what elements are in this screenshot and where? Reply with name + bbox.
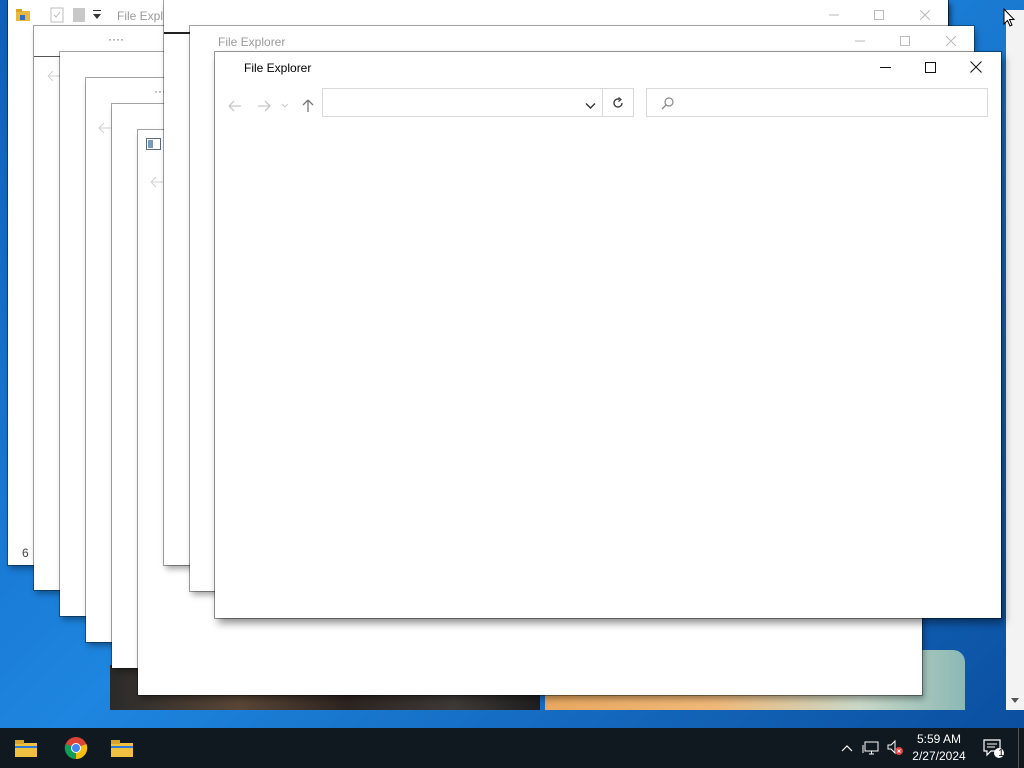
back-arrow-icon[interactable] bbox=[98, 122, 112, 134]
maximize-icon bbox=[900, 36, 910, 46]
maximize-button[interactable] bbox=[918, 58, 942, 76]
properties-icon[interactable] bbox=[50, 7, 64, 23]
action-center-button[interactable]: 1 bbox=[980, 728, 1006, 768]
back-arrow-icon[interactable] bbox=[47, 70, 61, 82]
chrome-icon bbox=[64, 737, 88, 760]
clock[interactable]: 5:59 AM 2/27/2024 bbox=[900, 731, 978, 765]
up-button[interactable] bbox=[297, 96, 319, 116]
customize-toolbar-icon[interactable] bbox=[92, 9, 102, 21]
taskbar-file-explorer[interactable] bbox=[98, 728, 146, 768]
taskbar-file-explorer[interactable] bbox=[2, 728, 50, 768]
notification-count: 1 bbox=[998, 748, 1004, 759]
close-icon bbox=[946, 36, 956, 46]
explorer-window-main[interactable]: File Explorer bbox=[215, 52, 1001, 618]
maximize-icon bbox=[924, 61, 936, 73]
refresh-icon bbox=[613, 96, 623, 108]
close-button[interactable] bbox=[939, 32, 963, 50]
minimize-button[interactable] bbox=[873, 58, 897, 76]
close-button[interactable] bbox=[913, 6, 937, 24]
window-title: File Explorer bbox=[244, 61, 312, 75]
network-button[interactable] bbox=[860, 728, 882, 768]
file-list-area[interactable] bbox=[215, 124, 1001, 618]
address-dropdown-button[interactable] bbox=[585, 97, 596, 115]
refresh-button[interactable] bbox=[603, 88, 634, 117]
title-bar[interactable]: File Explorer bbox=[215, 52, 1001, 86]
taskbar-chrome[interactable] bbox=[52, 728, 100, 768]
back-arrow-icon bbox=[228, 100, 241, 112]
maximize-button[interactable] bbox=[893, 32, 917, 50]
back-arrow-icon[interactable] bbox=[150, 176, 164, 188]
recent-locations-icon bbox=[281, 103, 289, 108]
taskbar: 5:59 AM 2/27/2024 1 bbox=[0, 728, 1024, 768]
mouse-cursor-icon bbox=[1003, 8, 1016, 27]
forward-button[interactable] bbox=[253, 96, 275, 116]
chevron-down-icon bbox=[585, 103, 596, 109]
close-icon bbox=[970, 61, 982, 73]
window-title: File Expl bbox=[117, 9, 164, 23]
maximize-icon bbox=[874, 10, 884, 20]
scrollbar-arrow-icon bbox=[1011, 698, 1019, 703]
network-icon bbox=[862, 741, 879, 755]
minimize-icon bbox=[879, 66, 891, 68]
minimize-icon bbox=[829, 14, 839, 16]
chevron-up-icon bbox=[841, 745, 853, 752]
folder-icon bbox=[16, 9, 30, 21]
search-icon bbox=[661, 97, 674, 110]
up-arrow-icon bbox=[302, 99, 314, 112]
forward-arrow-icon bbox=[258, 100, 271, 112]
maximize-button[interactable] bbox=[867, 6, 891, 24]
file-explorer-icon bbox=[15, 740, 37, 757]
clock-time: 5:59 AM bbox=[916, 732, 962, 746]
file-explorer-icon bbox=[111, 740, 133, 757]
close-icon bbox=[920, 10, 930, 20]
status-item-count: 6 bbox=[22, 546, 29, 560]
app-icon bbox=[146, 138, 161, 150]
window-title: ···· bbox=[108, 32, 124, 46]
minimize-icon bbox=[855, 40, 865, 42]
desktop: File Expl 6 ···· ··· File Explorer File … bbox=[0, 0, 1024, 728]
show-hidden-icons-button[interactable] bbox=[838, 728, 856, 768]
new-folder-icon[interactable] bbox=[72, 7, 86, 23]
close-button[interactable] bbox=[964, 58, 988, 76]
recent-locations-button[interactable] bbox=[278, 96, 292, 116]
back-button[interactable] bbox=[224, 96, 246, 116]
minimize-button[interactable] bbox=[822, 6, 846, 24]
clock-date: 2/27/2024 bbox=[912, 749, 966, 763]
search-box[interactable] bbox=[646, 88, 988, 117]
show-desktop-button[interactable] bbox=[1018, 728, 1024, 768]
address-bar[interactable] bbox=[322, 88, 603, 117]
window-title: File Explorer bbox=[218, 35, 286, 49]
minimize-button[interactable] bbox=[848, 32, 872, 50]
scrollbar[interactable] bbox=[1006, 10, 1024, 710]
